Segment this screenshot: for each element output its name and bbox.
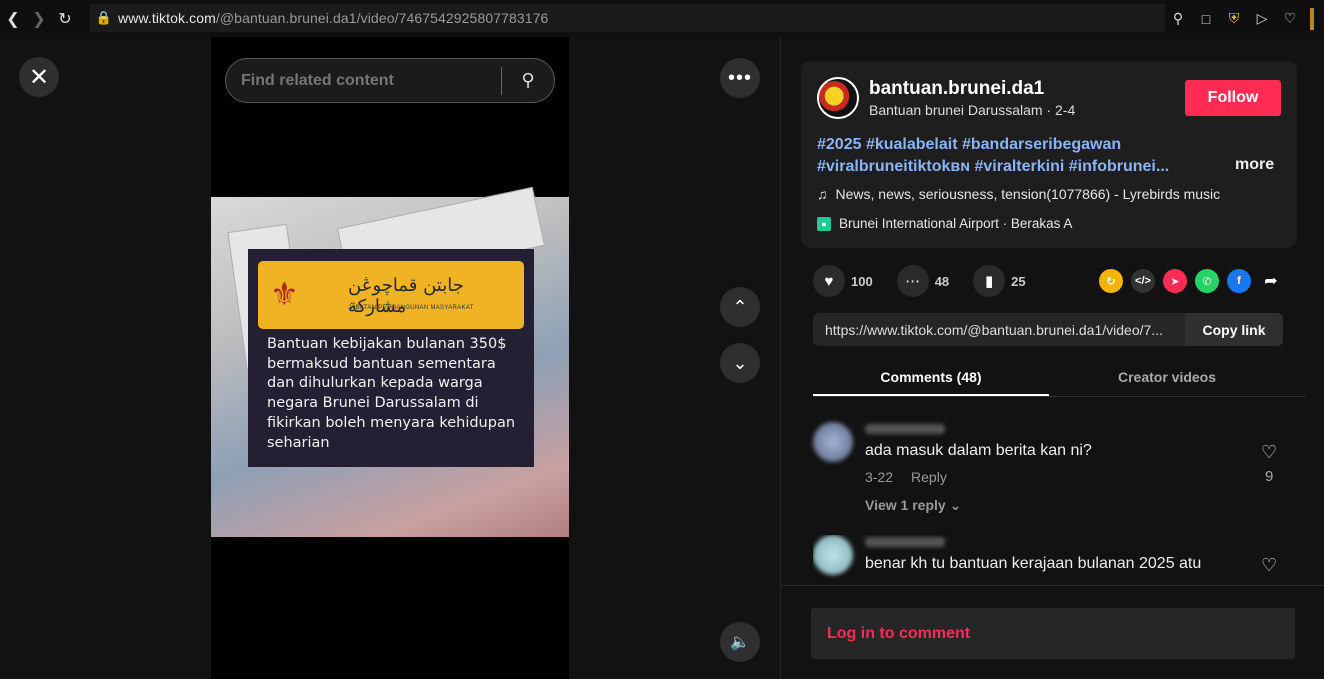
video-player[interactable]: ⚜ جابتن قماچوڠن مشاركة JABATAN PEMBANGUN… — [211, 37, 569, 679]
comment-login-bar: Log in to comment — [781, 585, 1324, 679]
ellipsis-icon: ••• — [727, 66, 752, 89]
tab-creator-videos[interactable]: Creator videos — [1049, 363, 1285, 396]
hashtag-line[interactable]: #viralbruneitiktokʙɴ #viralterkini #info… — [817, 156, 1217, 178]
card-body-text: Bantuan kebijakan bulanan 350$ bermaksud… — [267, 336, 516, 451]
send-icon[interactable]: ➤ — [1163, 269, 1187, 293]
location-name: Brunei International Airport · Berakas A — [839, 216, 1073, 231]
view-replies-button[interactable]: View 1 reply ⌄ — [865, 497, 961, 514]
comment-meta: 3-22 Reply — [865, 469, 947, 485]
embed-icon[interactable]: </> — [1131, 269, 1155, 293]
brunei-emblem-icon: ⚜ — [270, 276, 299, 312]
copy-link-button[interactable]: Copy link — [1185, 313, 1283, 346]
lock-icon: 🔒 — [95, 10, 113, 25]
volume-button[interactable]: 🔈 — [720, 622, 760, 662]
address-bar[interactable]: 🔒 www.tiktok.com/@bantuan.brunei.da1/vid… — [90, 4, 1165, 32]
music-note-icon: ♫ — [817, 186, 828, 202]
video-caption-card: ⚜ جابتن قماچوڠن مشاركة JABATAN PEMBANGUN… — [248, 249, 534, 467]
comment-like-icon[interactable]: ♡ — [1261, 442, 1277, 463]
comment-icon: ⋯ — [896, 265, 929, 297]
comment-item: benar kh tu bantuan kerajaan bulanan 202… — [813, 535, 1293, 585]
comment-item: ada masuk dalam berita kan ni? 3-22 Reply… — [813, 422, 1293, 522]
like-action[interactable]: ♥ 100 — [813, 265, 873, 297]
engagement-actions: ♥ 100 ⋯ 48 ▮ 25 — [813, 265, 1050, 297]
related-search-box: ⚲ — [225, 58, 555, 103]
shield-icon[interactable]: ⛨ — [1226, 10, 1242, 27]
bookmark-icon: ▮ — [973, 265, 1006, 297]
music-title: News, news, seriousness, tension(1077866… — [835, 186, 1221, 202]
chevron-down-icon: ⌄ — [949, 497, 962, 513]
video-pane: ⚜ جابتن قماچوڠن مشاركة JABATAN PEMBANGUN… — [0, 37, 780, 679]
whatsapp-icon[interactable]: ✆ — [1195, 269, 1219, 293]
close-icon: ✕ — [28, 63, 50, 91]
card-department: JABATAN PEMBANGUNAN MASYARAKAT — [348, 305, 474, 311]
forward-icon[interactable]: ❯ — [26, 0, 52, 37]
view-replies-label: View 1 reply — [865, 497, 946, 513]
reply-button[interactable]: Reply — [911, 469, 947, 485]
chevron-up-icon: ⌃ — [732, 296, 748, 317]
comment-count: 48 — [934, 273, 950, 289]
speaker-icon: 🔈 — [730, 634, 750, 651]
back-icon[interactable]: ❮ — [0, 0, 26, 37]
facebook-icon[interactable]: f — [1227, 269, 1251, 293]
comment-text: benar kh tu bantuan kerajaan bulanan 202… — [865, 555, 1202, 572]
comment-text: ada masuk dalam berita kan ni? — [865, 442, 1092, 459]
author-nickname-line: Bantuan brunei Darussalam · 2-4 — [869, 102, 1076, 118]
url-text: www.tiktok.com/@bantuan.brunei.da1/video… — [118, 10, 549, 26]
share-icons: ↻ </> ➤ ✆ f ➦ — [1099, 269, 1283, 293]
sidebar-toggle-icon[interactable] — [1310, 7, 1314, 30]
next-video-button[interactable]: ⌄ — [720, 343, 760, 383]
repost-icon[interactable]: ↻ — [1099, 269, 1123, 293]
commenter-avatar[interactable] — [813, 535, 853, 575]
heart-icon: ♥ — [813, 265, 845, 297]
tab-comments[interactable]: Comments (48) — [813, 363, 1049, 396]
comment-date: 3-22 — [865, 469, 894, 485]
location-pin-icon: ● — [817, 216, 831, 231]
extension-icons: ⚲ □ ⛨ ▷ ♡ — [1170, 0, 1314, 37]
commenter-name[interactable] — [865, 537, 945, 547]
pin-icon[interactable]: ⚲ — [1170, 10, 1186, 27]
previous-video-button[interactable]: ⌃ — [720, 287, 760, 327]
location-row[interactable]: ● Brunei International Airport · Berakas… — [817, 216, 1072, 231]
author-username[interactable]: bantuan.brunei.da1 — [869, 78, 1044, 100]
caption-more-button[interactable]: more — [1235, 156, 1274, 174]
commenter-name[interactable] — [865, 424, 945, 434]
close-button[interactable]: ✕ — [19, 57, 59, 97]
more-options-button[interactable]: ••• — [720, 58, 760, 98]
music-row[interactable]: ♫ News, news, seriousness, tension(10778… — [817, 186, 1220, 202]
save-count: 25 — [1011, 273, 1026, 289]
comment-action[interactable]: ⋯ 48 — [896, 265, 950, 297]
comment-tabs: Comments (48) Creator videos — [813, 363, 1305, 397]
reload-icon[interactable]: ↻ — [52, 0, 78, 37]
caption-hashtags: #2025 #kualabelait #bandarseribegawan #v… — [817, 134, 1217, 178]
like-count: 100 — [851, 273, 873, 289]
details-panel: bantuan.brunei.da1 Bantuan brunei Daruss… — [780, 37, 1324, 679]
search-icon[interactable]: ⚲ — [502, 70, 554, 91]
video-link-text[interactable]: https://www.tiktok.com/@bantuan.brunei.d… — [813, 322, 1185, 338]
hashtag-line[interactable]: #2025 #kualabelait #bandarseribegawan — [817, 134, 1217, 156]
video-link-box: https://www.tiktok.com/@bantuan.brunei.d… — [813, 313, 1283, 346]
author-avatar[interactable] — [817, 77, 859, 119]
share-arrow-icon[interactable]: ➦ — [1259, 269, 1283, 293]
browser-toolbar: ❮ ❯ ↻ 🔒 www.tiktok.com/@bantuan.brunei.d… — [0, 0, 1324, 37]
save-action[interactable]: ▮ 25 — [973, 265, 1026, 297]
post-date: 2-4 — [1055, 102, 1076, 118]
chevron-down-icon: ⌄ — [732, 352, 748, 373]
play-icon[interactable]: ▷ — [1254, 10, 1270, 27]
screenshot-icon[interactable]: □ — [1198, 11, 1214, 27]
comment-like-icon[interactable]: ♡ — [1261, 555, 1277, 576]
follow-button[interactable]: Follow — [1185, 80, 1281, 116]
video-info-card: bantuan.brunei.da1 Bantuan brunei Daruss… — [801, 61, 1297, 248]
search-input[interactable] — [226, 71, 501, 90]
card-header: ⚜ جابتن قماچوڠن مشاركة JABATAN PEMBANGUN… — [258, 261, 524, 329]
heart-icon[interactable]: ♡ — [1282, 10, 1298, 27]
login-to-comment-button[interactable]: Log in to comment — [811, 608, 1295, 659]
comment-like-count: 9 — [1265, 468, 1274, 485]
commenter-avatar[interactable] — [813, 422, 853, 462]
author-nickname: Bantuan brunei Darussalam — [869, 102, 1043, 118]
